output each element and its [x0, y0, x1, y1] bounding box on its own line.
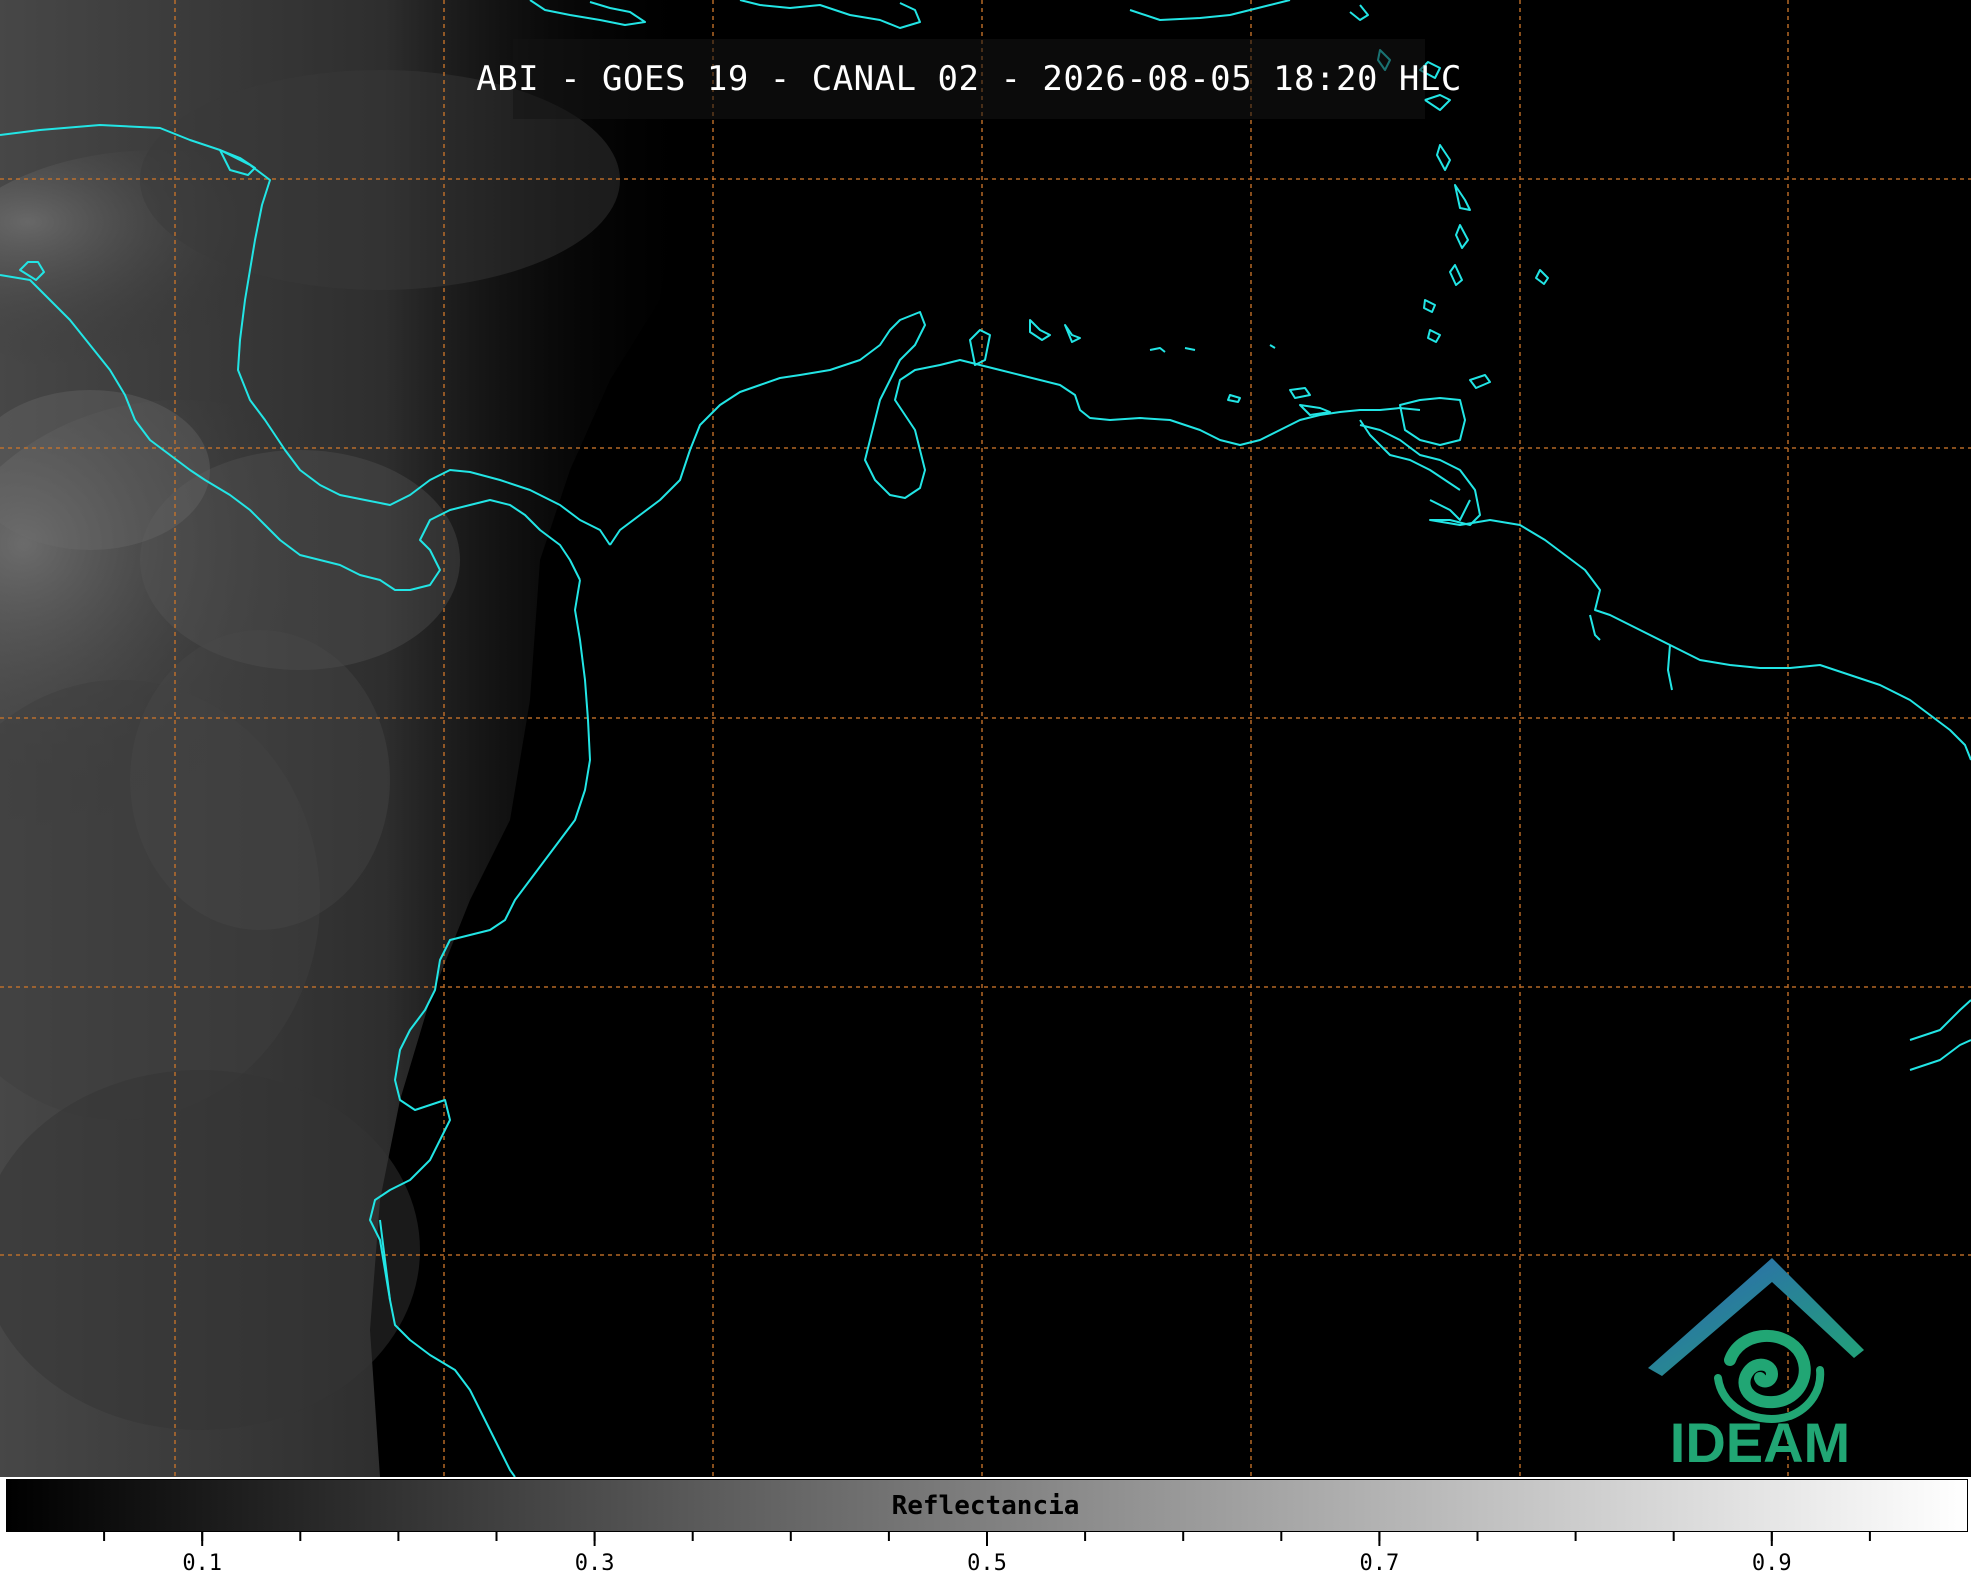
image-title-box: ABI - GOES 19 - CANAL 02 - 2026-08-05 18…	[476, 39, 1462, 119]
colorbar-label: Reflectancia	[891, 1490, 1080, 1521]
colorbar-tick-label: 0.5	[967, 1551, 1007, 1576]
satellite-viewer: ABI - GOES 19 - CANAL 02 - 2026-08-05 18…	[0, 0, 1971, 1577]
colorbar-tick-label: 0.7	[1360, 1551, 1400, 1576]
image-title: ABI - GOES 19 - CANAL 02 - 2026-08-05 18…	[476, 59, 1462, 99]
colorbar-tick-label: 0.1	[182, 1551, 222, 1576]
colorbar-ticks: 0.1 0.3 0.5 0.7 0.9	[103, 1532, 1871, 1576]
colorbar: Reflectancia 0.1 0.3 0.5 0.7 0.9	[0, 1477, 1971, 1577]
ideam-logo-text: IDEAM	[1669, 1411, 1851, 1474]
colorbar-tick-label: 0.9	[1752, 1551, 1792, 1576]
colorbar-tick-label: 0.3	[575, 1551, 615, 1576]
